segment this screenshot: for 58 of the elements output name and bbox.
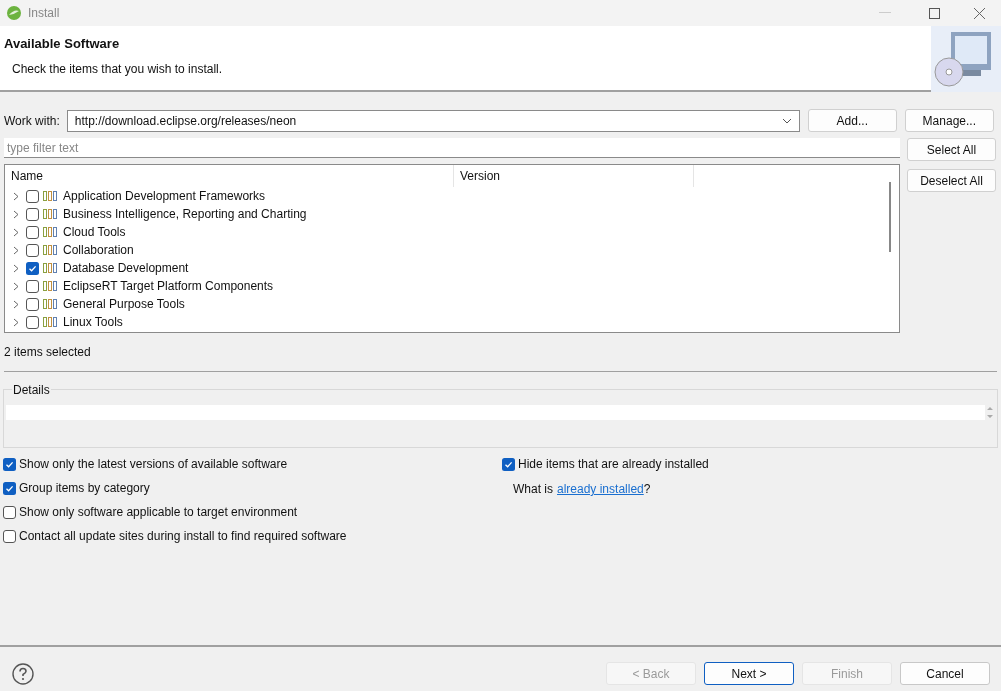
close-icon[interactable] [974, 7, 985, 19]
page-title: Available Software [4, 35, 121, 53]
checkbox[interactable] [3, 529, 16, 543]
page-subtitle: Check the items that you wish to install. [12, 60, 224, 78]
checkbox[interactable] [26, 207, 39, 221]
category-icon [43, 299, 58, 309]
filter-field[interactable]: type filter text [4, 138, 900, 158]
app-logo-icon [6, 5, 22, 21]
help-icon[interactable] [12, 662, 34, 685]
category-label[interactable]: Cloud Tools [63, 223, 126, 241]
checkbox[interactable] [26, 225, 39, 239]
maximize-icon[interactable] [929, 7, 940, 19]
column-header[interactable]: Version [454, 165, 694, 187]
checkbox[interactable] [3, 481, 16, 495]
option-label[interactable]: Hide items that are already installed [518, 455, 709, 473]
window-title: Install [28, 5, 60, 22]
option-label[interactable]: Show only software applicable to target environment [19, 503, 298, 521]
category-label[interactable]: Application Development Frameworks [63, 187, 266, 205]
scrollbar-thumb[interactable] [889, 182, 891, 252]
checkbox[interactable] [3, 505, 16, 519]
selection-count: 2 items selected [4, 344, 92, 361]
info-text: What is [513, 481, 553, 498]
category-label[interactable]: Database Development [63, 259, 189, 277]
option-label[interactable]: Group items by category [19, 479, 150, 497]
category-icon [43, 227, 58, 237]
category-icon [43, 245, 58, 255]
category-icon [43, 263, 58, 273]
category-label[interactable]: Collaboration [63, 241, 134, 259]
site-button[interactable]: Manage... [904, 109, 994, 132]
chevron-down-icon [781, 117, 792, 124]
footer-button[interactable]: Next > [704, 662, 794, 685]
footer-button[interactable]: Cancel [900, 662, 990, 685]
checkbox[interactable] [26, 189, 39, 203]
option-label[interactable]: Show only the latest versions of available software [19, 455, 288, 473]
checkbox[interactable] [26, 315, 39, 329]
category-label[interactable]: Business Intelligence, Reporting and Charting [63, 205, 307, 223]
column-header[interactable]: Name [5, 165, 454, 187]
work-with-label: Work with: [4, 112, 60, 130]
selection-button[interactable]: Deselect All [907, 169, 996, 192]
category-label[interactable]: EclipseRT Target Platform Components [63, 277, 274, 295]
checkbox[interactable] [26, 243, 39, 257]
category-icon [43, 281, 58, 291]
info-text: ? [643, 481, 651, 498]
checkbox[interactable] [502, 457, 515, 471]
checkbox[interactable] [26, 297, 39, 311]
site-dropdown[interactable]: http://download.eclipse.org/releases/neon [66, 109, 800, 132]
category-label[interactable]: General Purpose Tools [63, 295, 185, 313]
option-label[interactable]: Contact all update sites during install to find required software [19, 527, 347, 545]
checkbox[interactable] [3, 457, 16, 471]
already-installed-link[interactable]: already installed [557, 480, 644, 498]
site-button[interactable]: Add... [807, 109, 897, 132]
selection-button[interactable]: Select All [907, 138, 996, 161]
category-icon [43, 209, 58, 219]
category-icon [43, 191, 58, 201]
checkbox[interactable] [26, 279, 39, 293]
checkbox[interactable] [26, 261, 39, 275]
category-icon [43, 317, 58, 327]
category-label[interactable]: Linux Tools [63, 313, 123, 331]
